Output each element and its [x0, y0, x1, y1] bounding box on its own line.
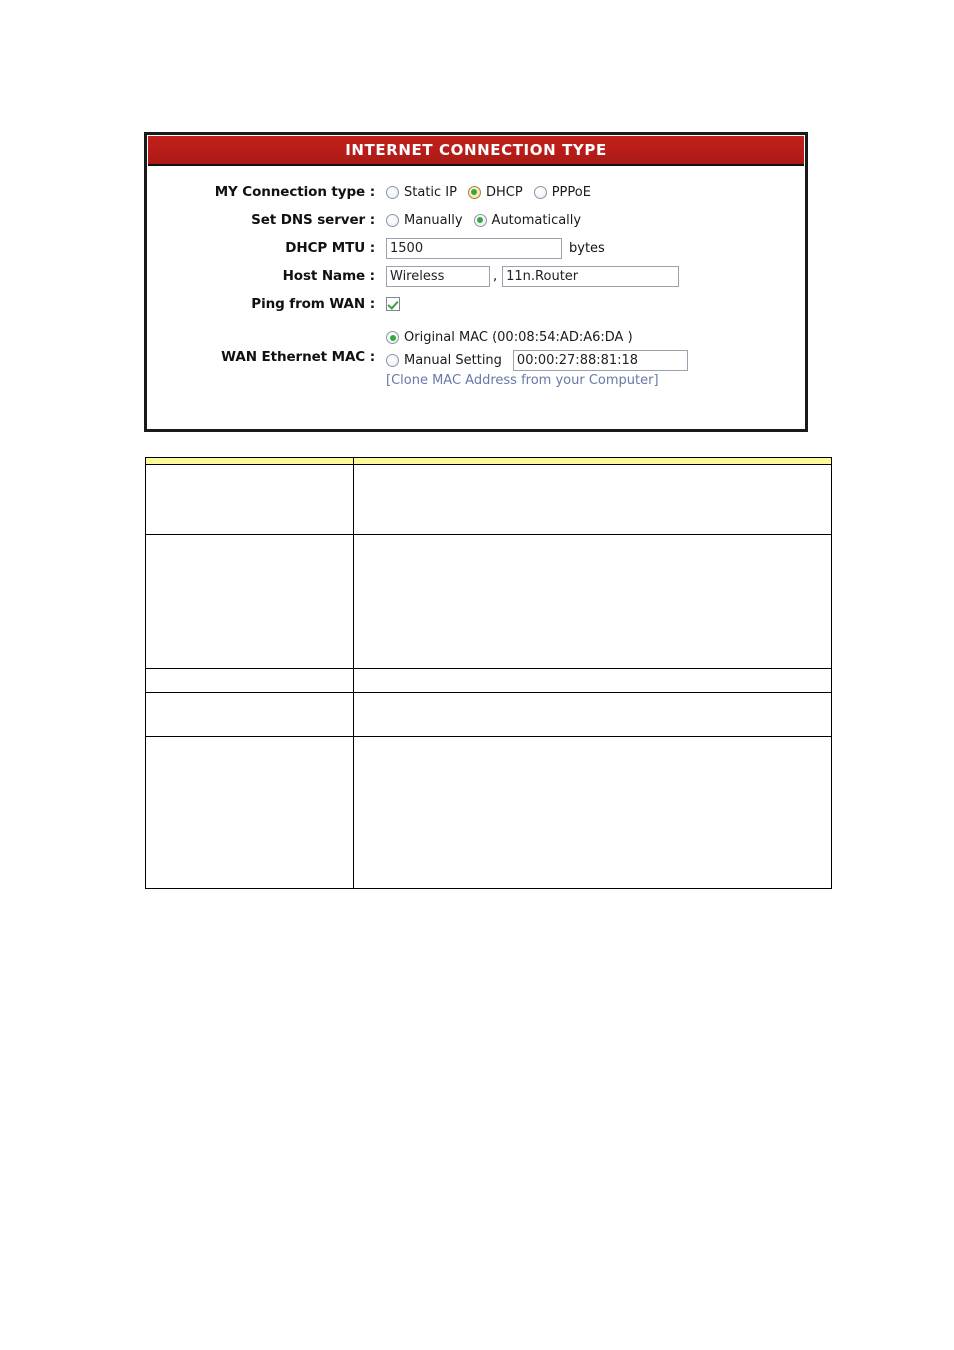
host-name-separator: , — [493, 268, 498, 284]
radio-dhcp-label: DHCP — [485, 184, 523, 200]
radio-pppoe-label: PPPoE — [551, 184, 591, 200]
clone-mac-address-link[interactable]: [Clone MAC Address from your Computer] — [386, 373, 805, 388]
table-cell-term — [145, 692, 354, 737]
radio-original-mac[interactable]: Original MAC (00:08:54:AD:A6:DA ) — [386, 330, 633, 345]
page-title: INTERNET CONNECTION TYPE — [345, 141, 607, 159]
wan-mac-options-group: Original MAC (00:08:54:AD:A6:DA ) Manual… — [386, 326, 805, 388]
table-cell-term — [145, 534, 354, 669]
dhcp-mtu-field-group: bytes — [386, 237, 805, 259]
description-table-body — [145, 464, 832, 889]
table-row — [145, 464, 832, 535]
radio-static-ip-icon[interactable] — [386, 185, 399, 199]
radio-dns-manually[interactable]: Manually — [386, 213, 463, 228]
dhcp-mtu-unit-label: bytes — [569, 240, 605, 256]
row-host-name: Host Name : , — [147, 264, 805, 288]
label-host-name: Host Name : — [282, 268, 376, 284]
dns-server-radio-group: Manually Automatically — [386, 213, 805, 228]
radio-manual-setting[interactable]: Manual Setting — [386, 353, 502, 368]
dhcp-mtu-input[interactable] — [386, 237, 562, 259]
label-connection-type: MY Connection type : — [214, 184, 375, 200]
table-row — [145, 736, 832, 889]
connection-type-radio-group: Static IP DHCP PPPoE — [386, 185, 805, 200]
label-wan-ethernet-mac: WAN Ethernet MAC : — [221, 349, 375, 365]
label-dhcp-mtu: DHCP MTU : — [285, 240, 375, 256]
radio-static-ip-label: Static IP — [404, 184, 457, 200]
wan-mac-original-line: Original MAC (00:08:54:AD:A6:DA ) — [386, 326, 805, 349]
row-dhcp-mtu: DHCP MTU : bytes — [147, 236, 805, 260]
host-name-input-primary[interactable] — [386, 265, 490, 287]
row-dns-server: Set DNS server : Manually Automatically — [147, 208, 805, 232]
radio-dns-automatically-icon[interactable] — [473, 213, 487, 227]
table-cell-description — [353, 736, 832, 889]
table-cell-description — [353, 534, 832, 669]
radio-original-mac-label: Original MAC (00:08:54:AD:A6:DA ) — [404, 330, 633, 345]
table-cell-description — [353, 464, 832, 535]
radio-dhcp[interactable]: DHCP — [467, 184, 523, 200]
manual-mac-address-input[interactable] — [512, 350, 688, 371]
host-name-input-domain[interactable] — [502, 265, 680, 287]
panel-title-bar: INTERNET CONNECTION TYPE — [148, 136, 804, 166]
radio-dns-automatically-label: Automatically — [491, 212, 582, 228]
table-row — [145, 534, 832, 669]
radio-dns-automatically[interactable]: Automatically — [473, 212, 582, 228]
wan-mac-manual-line: Manual Setting — [386, 349, 805, 372]
host-name-field-group: , — [386, 265, 805, 287]
description-table-head — [145, 457, 832, 465]
table-cell-term — [145, 736, 354, 889]
row-wan-ethernet-mac: WAN Ethernet MAC : Original MAC (00:08:5… — [147, 326, 805, 388]
panel-body: MY Connection type : Static IP DHCP PPPo… — [147, 166, 805, 388]
table-row — [145, 692, 832, 737]
radio-original-mac-icon[interactable] — [386, 331, 399, 344]
radio-dns-manually-icon[interactable] — [386, 213, 399, 227]
radio-dns-manually-label: Manually — [404, 212, 463, 228]
table-cell-term — [145, 668, 354, 693]
table-header-row — [145, 457, 832, 465]
table-row — [145, 668, 832, 693]
label-ping-from-wan: Ping from WAN : — [251, 296, 375, 312]
table-cell-term — [145, 464, 354, 535]
row-connection-type: MY Connection type : Static IP DHCP PPPo… — [147, 180, 805, 204]
radio-dhcp-icon[interactable] — [467, 185, 481, 199]
description-table — [145, 457, 832, 889]
ping-from-wan-field-group — [386, 297, 805, 311]
radio-static-ip[interactable]: Static IP — [386, 185, 457, 200]
radio-manual-setting-label: Manual Setting — [404, 353, 502, 368]
table-cell-description — [353, 692, 832, 737]
radio-manual-setting-icon[interactable] — [386, 354, 399, 367]
radio-pppoe-icon[interactable] — [533, 185, 547, 199]
ping-from-wan-checkbox[interactable] — [386, 297, 400, 311]
table-header-description — [353, 457, 832, 465]
table-cell-description — [353, 668, 832, 693]
table-header-term — [145, 457, 354, 465]
label-dns-server: Set DNS server : — [251, 212, 375, 228]
internet-connection-type-panel: INTERNET CONNECTION TYPE MY Connection t… — [144, 132, 808, 432]
radio-pppoe[interactable]: PPPoE — [533, 184, 591, 200]
row-ping-from-wan: Ping from WAN : — [147, 292, 805, 316]
